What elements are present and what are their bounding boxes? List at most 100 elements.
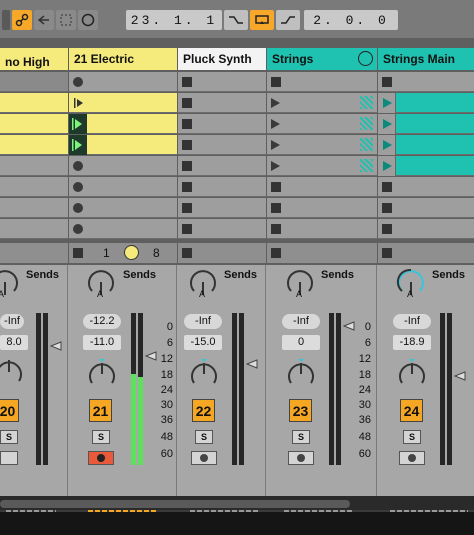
stop-slot-icon[interactable] [182,161,192,171]
clip-slot[interactable] [378,219,474,239]
pan-knob[interactable] [0,357,24,387]
clip-slot[interactable] [178,177,266,197]
loop-switch-icon[interactable] [250,10,274,30]
stop-all-clips-icon[interactable] [73,248,83,258]
stop-slot-icon[interactable] [382,224,392,234]
clip[interactable] [378,114,474,134]
clip-slot[interactable] [0,198,68,218]
loop-end-curve-icon[interactable] [276,10,300,30]
stop-slot-icon[interactable] [382,77,392,87]
stop-slot-icon[interactable] [271,77,281,87]
clip-slot[interactable] [178,72,266,92]
clip-slot[interactable] [178,219,266,239]
group-slot[interactable] [267,72,377,92]
volume-display[interactable]: -Inf [282,314,320,329]
fader-arrow-icon[interactable] [246,359,258,369]
record-slot-icon[interactable] [73,224,83,234]
record-slot-icon[interactable] [73,182,83,192]
stop-slot-icon[interactable] [182,224,192,234]
pan-knob[interactable] [189,357,219,389]
volume-display[interactable]: -12.2 [83,314,121,329]
clip-launch-area[interactable] [378,135,396,155]
solo-button[interactable]: S [292,430,310,444]
clip-slot[interactable] [0,156,68,176]
arm-button[interactable] [0,451,18,465]
group-slot[interactable] [267,198,377,218]
clip[interactable] [69,93,177,113]
solo-button[interactable]: S [403,430,421,444]
clip-slot[interactable] [178,198,266,218]
loop-length[interactable]: 2. 0. 0 [304,10,398,30]
clip-slot[interactable] [178,114,266,134]
fader-arrow-icon[interactable] [454,371,466,381]
stop-slot-icon[interactable] [182,77,192,87]
arrangement-position[interactable]: 23. 1. 1 [126,10,222,30]
clip-slot[interactable] [178,156,266,176]
scrollbar-thumb[interactable] [0,500,350,508]
track-header-1[interactable]: 21 Electric [69,48,177,70]
stop-slot-icon[interactable] [382,203,392,213]
stop-slot-icon[interactable] [271,203,281,213]
clip[interactable] [0,93,68,113]
group-slot[interactable] [267,156,377,176]
pan-knob[interactable] [286,357,316,389]
pan-display[interactable]: -11.0 [83,335,121,350]
play-slot-icon[interactable] [271,140,280,150]
pan-display[interactable]: -18.9 [393,335,431,350]
stop-clips-icon[interactable] [182,248,192,258]
clip-slot[interactable] [69,72,177,92]
stop-slot-icon[interactable] [182,203,192,213]
clip-slot[interactable] [69,198,177,218]
track-activator[interactable]: 20 [0,399,19,422]
fader-arrow-icon[interactable] [50,341,62,351]
volume-display[interactable]: -Inf [184,314,222,329]
track-header-4[interactable]: Strings Main [378,48,474,70]
pan-knob[interactable] [397,357,427,389]
link-icon[interactable] [12,10,32,30]
volume-display[interactable]: -Inf [0,314,24,329]
pan-display[interactable]: 8.0 [0,335,28,350]
stop-slot-icon[interactable] [182,119,192,129]
clip-slot[interactable] [378,198,474,218]
clip-slot[interactable] [0,177,68,197]
stop-slot-icon[interactable] [271,224,281,234]
arm-button[interactable] [191,451,217,465]
play-slot-icon[interactable] [271,119,280,129]
play-slot-icon[interactable] [383,161,392,171]
clip[interactable] [378,93,474,113]
group-slot[interactable] [267,93,377,113]
clip[interactable] [378,135,474,155]
record-slot-icon[interactable] [73,77,83,87]
record-slot-icon[interactable] [73,203,83,213]
stop-clips-icon[interactable] [271,248,281,258]
pan-knob[interactable] [87,357,117,389]
punch-icon[interactable] [56,10,76,30]
clip-slot[interactable] [69,219,177,239]
clip-slot[interactable] [378,177,474,197]
track-activator[interactable]: 22 [192,399,215,422]
volume-display[interactable]: -Inf [393,314,431,329]
record-circle-icon[interactable] [78,10,98,30]
play-slot-icon[interactable] [383,140,392,150]
back-arrow-icon[interactable] [34,10,54,30]
clip-slot[interactable] [378,72,474,92]
pan-display[interactable]: -15.0 [184,335,222,350]
track-activator[interactable]: 24 [400,399,423,422]
clip-slot[interactable] [178,93,266,113]
clip[interactable] [69,135,177,155]
clip[interactable] [0,114,68,134]
group-fold-icon[interactable] [358,51,373,66]
clip-play-icon[interactable] [71,95,87,111]
play-slot-icon[interactable] [271,161,280,171]
pan-display[interactable]: 0 [282,335,320,350]
stop-slot-icon[interactable] [271,182,281,192]
clip-slot[interactable] [69,156,177,176]
track-header-2[interactable]: Pluck Synth [178,48,266,70]
track-header-3[interactable]: Strings [267,48,377,70]
clip-slot[interactable] [0,72,68,92]
group-slot[interactable] [267,177,377,197]
record-slot-icon[interactable] [73,161,83,171]
clip-queued-icon[interactable] [69,135,87,155]
solo-button[interactable]: S [92,430,110,444]
arm-button[interactable] [399,451,425,465]
